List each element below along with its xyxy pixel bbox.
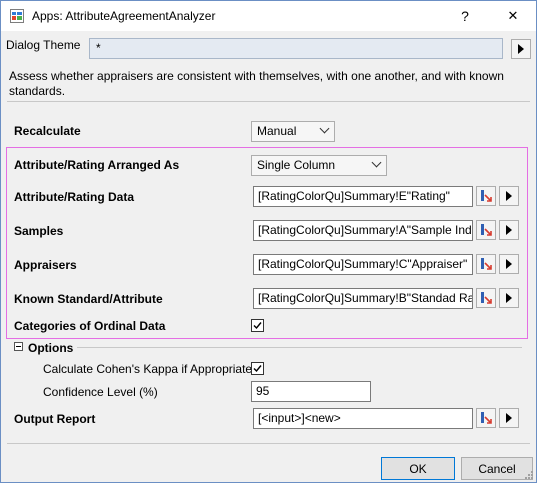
divider	[7, 101, 530, 102]
dialog-body: Dialog Theme * Assess whether appraisers…	[1, 31, 536, 482]
arranged-as-value: Single Column	[257, 158, 336, 172]
column-picker-icon	[481, 258, 492, 270]
known-standard-value: [RatingColorQu]Summary!B"Standad Rating"	[258, 291, 472, 305]
window-title: Apps: AttributeAgreementAnalyzer	[32, 9, 216, 23]
help-icon: ?	[461, 8, 469, 24]
play-arrow-icon	[506, 191, 512, 201]
chevron-down-icon	[371, 157, 382, 168]
kappa-label: Calculate Cohen's Kappa if Appropriate	[43, 362, 253, 376]
known-standard-pick-button[interactable]	[476, 288, 496, 308]
appraisers-label: Appraisers	[14, 258, 77, 272]
kappa-checkbox[interactable]	[251, 362, 264, 375]
column-picker-icon	[481, 224, 492, 236]
footer-divider	[7, 443, 530, 444]
title-bar: Apps: AttributeAgreementAnalyzer ? ✕	[1, 1, 536, 31]
checkmark-icon	[253, 322, 262, 330]
theme-value: *	[96, 41, 101, 55]
checkmark-icon	[253, 365, 262, 373]
theme-label: Dialog Theme	[6, 38, 81, 52]
rating-data-menu-button[interactable]	[499, 186, 519, 206]
output-value: [<input>]<new>	[258, 411, 341, 425]
play-arrow-icon	[506, 293, 512, 303]
confidence-label: Confidence Level (%)	[43, 385, 158, 399]
arranged-as-label: Attribute/Rating Arranged As	[14, 158, 180, 172]
rating-data-value: [RatingColorQu]Summary!E"Rating"	[258, 189, 450, 203]
close-button[interactable]: ✕	[491, 1, 535, 31]
column-picker-icon	[481, 412, 492, 424]
output-pick-button[interactable]	[476, 408, 496, 428]
known-standard-menu-button[interactable]	[499, 288, 519, 308]
arranged-as-select[interactable]: Single Column	[251, 155, 387, 176]
play-arrow-icon	[518, 44, 524, 54]
known-standard-input[interactable]: [RatingColorQu]Summary!B"Standad Rating"	[253, 288, 473, 309]
samples-menu-button[interactable]	[499, 220, 519, 240]
appraisers-menu-button[interactable]	[499, 254, 519, 274]
options-divider	[77, 347, 522, 348]
play-arrow-icon	[506, 259, 512, 269]
rating-data-input[interactable]: [RatingColorQu]Summary!E"Rating"	[253, 186, 473, 207]
samples-input[interactable]: [RatingColorQu]Summary!A"Sample Index"	[253, 220, 473, 241]
dialog-description: Assess whether appraisers are consistent…	[9, 69, 504, 98]
options-collapse-toggle[interactable]	[14, 342, 23, 351]
resize-grip-icon[interactable]	[524, 470, 534, 480]
rating-data-label: Attribute/Rating Data	[14, 190, 134, 204]
recalculate-select[interactable]: Manual	[251, 121, 335, 142]
play-arrow-icon	[506, 413, 512, 423]
ordinal-checkbox[interactable]	[251, 319, 264, 332]
column-picker-icon	[481, 190, 492, 202]
samples-label: Samples	[14, 224, 64, 238]
appraisers-pick-button[interactable]	[476, 254, 496, 274]
recalculate-value: Manual	[257, 124, 297, 138]
samples-pick-button[interactable]	[476, 220, 496, 240]
appraisers-value: [RatingColorQu]Summary!C"Appraiser"	[258, 257, 468, 271]
cancel-label: Cancel	[478, 461, 516, 476]
known-standard-label: Known Standard/Attribute	[14, 292, 163, 306]
cancel-button[interactable]: Cancel	[461, 457, 533, 480]
play-arrow-icon	[506, 225, 512, 235]
chevron-down-icon	[319, 123, 330, 134]
output-menu-button[interactable]	[499, 408, 519, 428]
dialog-window: Apps: AttributeAgreementAnalyzer ? ✕ Dia…	[0, 0, 537, 483]
help-button[interactable]: ?	[443, 1, 487, 31]
output-label: Output Report	[14, 412, 96, 426]
ordinal-label: Categories of Ordinal Data	[14, 319, 166, 333]
recalculate-label: Recalculate	[14, 124, 81, 138]
theme-field[interactable]: *	[89, 38, 503, 59]
confidence-input[interactable]: 95	[251, 381, 371, 402]
app-icon	[10, 9, 24, 23]
column-picker-icon	[481, 292, 492, 304]
output-input[interactable]: [<input>]<new>	[253, 408, 473, 429]
samples-value: [RatingColorQu]Summary!A"Sample Index"	[258, 223, 473, 237]
options-label: Options	[28, 341, 74, 355]
appraisers-input[interactable]: [RatingColorQu]Summary!C"Appraiser"	[253, 254, 473, 275]
ok-button[interactable]: OK	[381, 457, 455, 480]
rating-data-pick-button[interactable]	[476, 186, 496, 206]
confidence-value: 95	[256, 384, 270, 398]
close-icon: ✕	[507, 8, 519, 23]
theme-menu-button[interactable]	[511, 39, 531, 59]
ok-label: OK	[409, 461, 427, 476]
